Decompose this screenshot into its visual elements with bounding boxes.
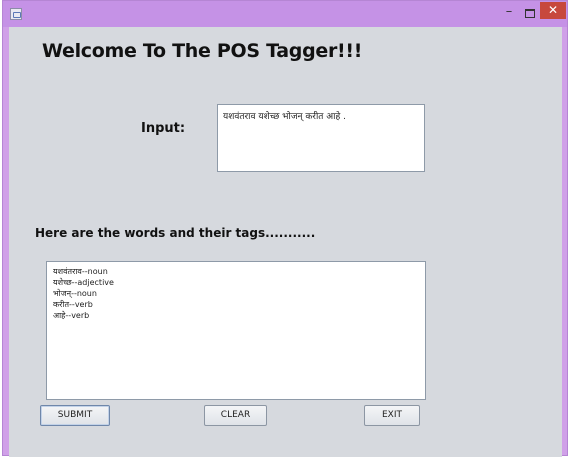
- input-label: Input:: [141, 121, 186, 136]
- title-bar[interactable]: – ✕: [3, 1, 567, 27]
- exit-button[interactable]: EXIT: [364, 405, 420, 426]
- output-line: आहे--verb: [53, 311, 90, 320]
- output-heading: Here are the words and their tags.......…: [35, 226, 316, 240]
- output-line: यशेच्छ--adjective: [53, 278, 114, 287]
- submit-button[interactable]: SUBMIT: [40, 405, 110, 426]
- output-text-area[interactable]: यशवंतराव--noun यशेच्छ--adjective भोजन्--…: [46, 261, 426, 400]
- output-line: यशवंतराव--noun: [53, 267, 108, 276]
- input-text-area[interactable]: यशवंतराव यशेच्छ भोजन् करीत आहे .: [217, 104, 425, 172]
- clear-button[interactable]: CLEAR: [204, 405, 267, 426]
- maximize-button[interactable]: [519, 6, 539, 22]
- minimize-button[interactable]: –: [499, 5, 519, 21]
- main-panel: Welcome To The POS Tagger!!! Input: यशवं…: [9, 27, 562, 457]
- java-app-icon[interactable]: [10, 8, 22, 20]
- close-button[interactable]: ✕: [540, 2, 566, 19]
- output-line: करीत--verb: [53, 300, 93, 309]
- page-title: Welcome To The POS Tagger!!!: [42, 40, 363, 62]
- output-line: भोजन्--noun: [53, 289, 97, 298]
- app-window: – ✕ Welcome To The POS Tagger!!! Input: …: [2, 0, 568, 457]
